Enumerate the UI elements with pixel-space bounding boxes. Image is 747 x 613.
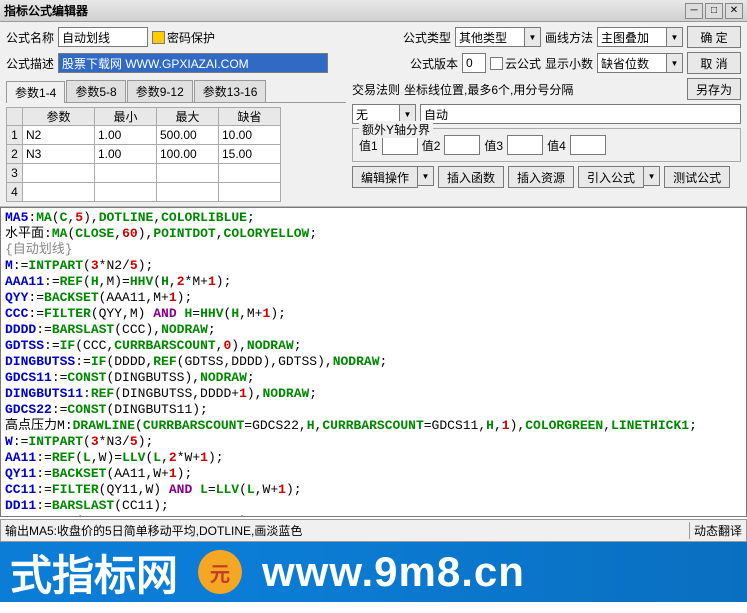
tab-params-9-12[interactable]: 参数9-12 xyxy=(127,80,193,102)
table-row: 3 xyxy=(7,164,281,183)
param-name-input[interactable] xyxy=(23,164,94,182)
name-input[interactable] xyxy=(58,27,148,47)
param-min-input[interactable] xyxy=(95,183,156,201)
param-def-input[interactable] xyxy=(219,164,280,182)
rule-hint: 坐标线位置,最多6个,用分号分隔 xyxy=(404,81,683,98)
param-tabs: 参数1-4 参数5-8 参数9-12 参数13-16 xyxy=(6,80,346,103)
param-name-input[interactable] xyxy=(23,145,94,163)
label-rule: 交易法则 xyxy=(352,81,400,98)
rule-input[interactable] xyxy=(420,104,741,124)
label-name: 公式名称 xyxy=(6,29,54,46)
extra-y-fieldset: 额外Y轴分界 值1 值2 值3 值4 xyxy=(352,128,741,162)
chevron-down-icon[interactable]: ▼ xyxy=(667,27,683,47)
type-combo[interactable] xyxy=(455,27,525,47)
val3-input[interactable] xyxy=(507,135,543,155)
close-button[interactable]: ✕ xyxy=(725,3,743,19)
table-row: 2 xyxy=(7,145,281,164)
insert-res-button[interactable]: 插入资源 xyxy=(508,166,574,188)
table-row: 4 xyxy=(7,183,281,202)
titlebar: 指标公式编辑器 ─ □ ✕ xyxy=(0,0,747,22)
param-def-input[interactable] xyxy=(219,126,280,144)
edit-ops-button[interactable]: 编辑操作 xyxy=(352,166,418,188)
param-max-input[interactable] xyxy=(157,183,218,201)
param-min-input[interactable] xyxy=(95,164,156,182)
form-area: 公式名称 密码保护 公式类型 ▼ 画线方法 ▼ 确 定 公式描述 公式版本 云公… xyxy=(0,22,747,207)
tab-params-1-4[interactable]: 参数1-4 xyxy=(6,81,65,103)
watermark: 式指标网 元 www.9m8.cn xyxy=(0,542,747,602)
val2-input[interactable] xyxy=(444,135,480,155)
chevron-down-icon[interactable]: ▼ xyxy=(525,27,541,47)
dyn-translate[interactable]: 动态翻译 xyxy=(689,522,742,539)
test-button[interactable]: 测试公式 xyxy=(664,166,730,188)
param-max-input[interactable] xyxy=(157,145,218,163)
minimize-button[interactable]: ─ xyxy=(685,3,703,19)
desc-input[interactable] xyxy=(58,53,328,73)
table-row: 1 xyxy=(7,126,281,145)
cancel-button[interactable]: 取 消 xyxy=(687,52,741,74)
tab-params-5-8[interactable]: 参数5-8 xyxy=(66,80,125,102)
output-text: 输出MA5:收盘价的5日简单移动平均,DOTLINE,画淡蓝色 xyxy=(5,522,689,539)
tab-params-13-16[interactable]: 参数13-16 xyxy=(194,80,267,102)
val1-input[interactable] xyxy=(382,135,418,155)
import-button[interactable]: 引入公式 xyxy=(578,166,644,188)
param-name-input[interactable] xyxy=(23,126,94,144)
draw-combo[interactable] xyxy=(597,27,667,47)
code-editor[interactable]: MA5:MA(C,5),DOTLINE,COLORLIBLUE;水平面:MA(C… xyxy=(0,207,747,517)
param-min-input[interactable] xyxy=(95,145,156,163)
saveas-button[interactable]: 另存为 xyxy=(687,78,741,100)
chevron-down-icon[interactable]: ▼ xyxy=(418,166,434,186)
pwd-checkbox[interactable]: 密码保护 xyxy=(152,29,215,46)
param-min-input[interactable] xyxy=(95,126,156,144)
param-def-input[interactable] xyxy=(219,183,280,201)
dec-combo[interactable] xyxy=(597,53,667,73)
window-title: 指标公式编辑器 xyxy=(4,2,685,19)
label-draw: 画线方法 xyxy=(545,29,593,46)
cloud-checkbox[interactable]: 云公式 xyxy=(490,55,541,72)
output-bar: 输出MA5:收盘价的5日简单移动平均,DOTLINE,画淡蓝色 动态翻译 xyxy=(0,519,747,542)
maximize-button[interactable]: □ xyxy=(705,3,723,19)
label-dec: 显示小数 xyxy=(545,55,593,72)
coin-icon: 元 xyxy=(198,550,242,594)
param-def-input[interactable] xyxy=(219,145,280,163)
val4-input[interactable] xyxy=(570,135,606,155)
insert-fn-button[interactable]: 插入函数 xyxy=(438,166,504,188)
label-type: 公式类型 xyxy=(403,29,451,46)
param-name-input[interactable] xyxy=(23,183,94,201)
ver-input[interactable] xyxy=(462,53,486,73)
param-max-input[interactable] xyxy=(157,164,218,182)
ok-button[interactable]: 确 定 xyxy=(687,26,741,48)
label-ver: 公式版本 xyxy=(410,55,458,72)
label-desc: 公式描述 xyxy=(6,55,54,72)
chevron-down-icon[interactable]: ▼ xyxy=(667,53,683,73)
param-max-input[interactable] xyxy=(157,126,218,144)
param-table: 参数 最小 最大 缺省 1234 xyxy=(6,107,346,202)
chevron-down-icon[interactable]: ▼ xyxy=(644,166,660,186)
